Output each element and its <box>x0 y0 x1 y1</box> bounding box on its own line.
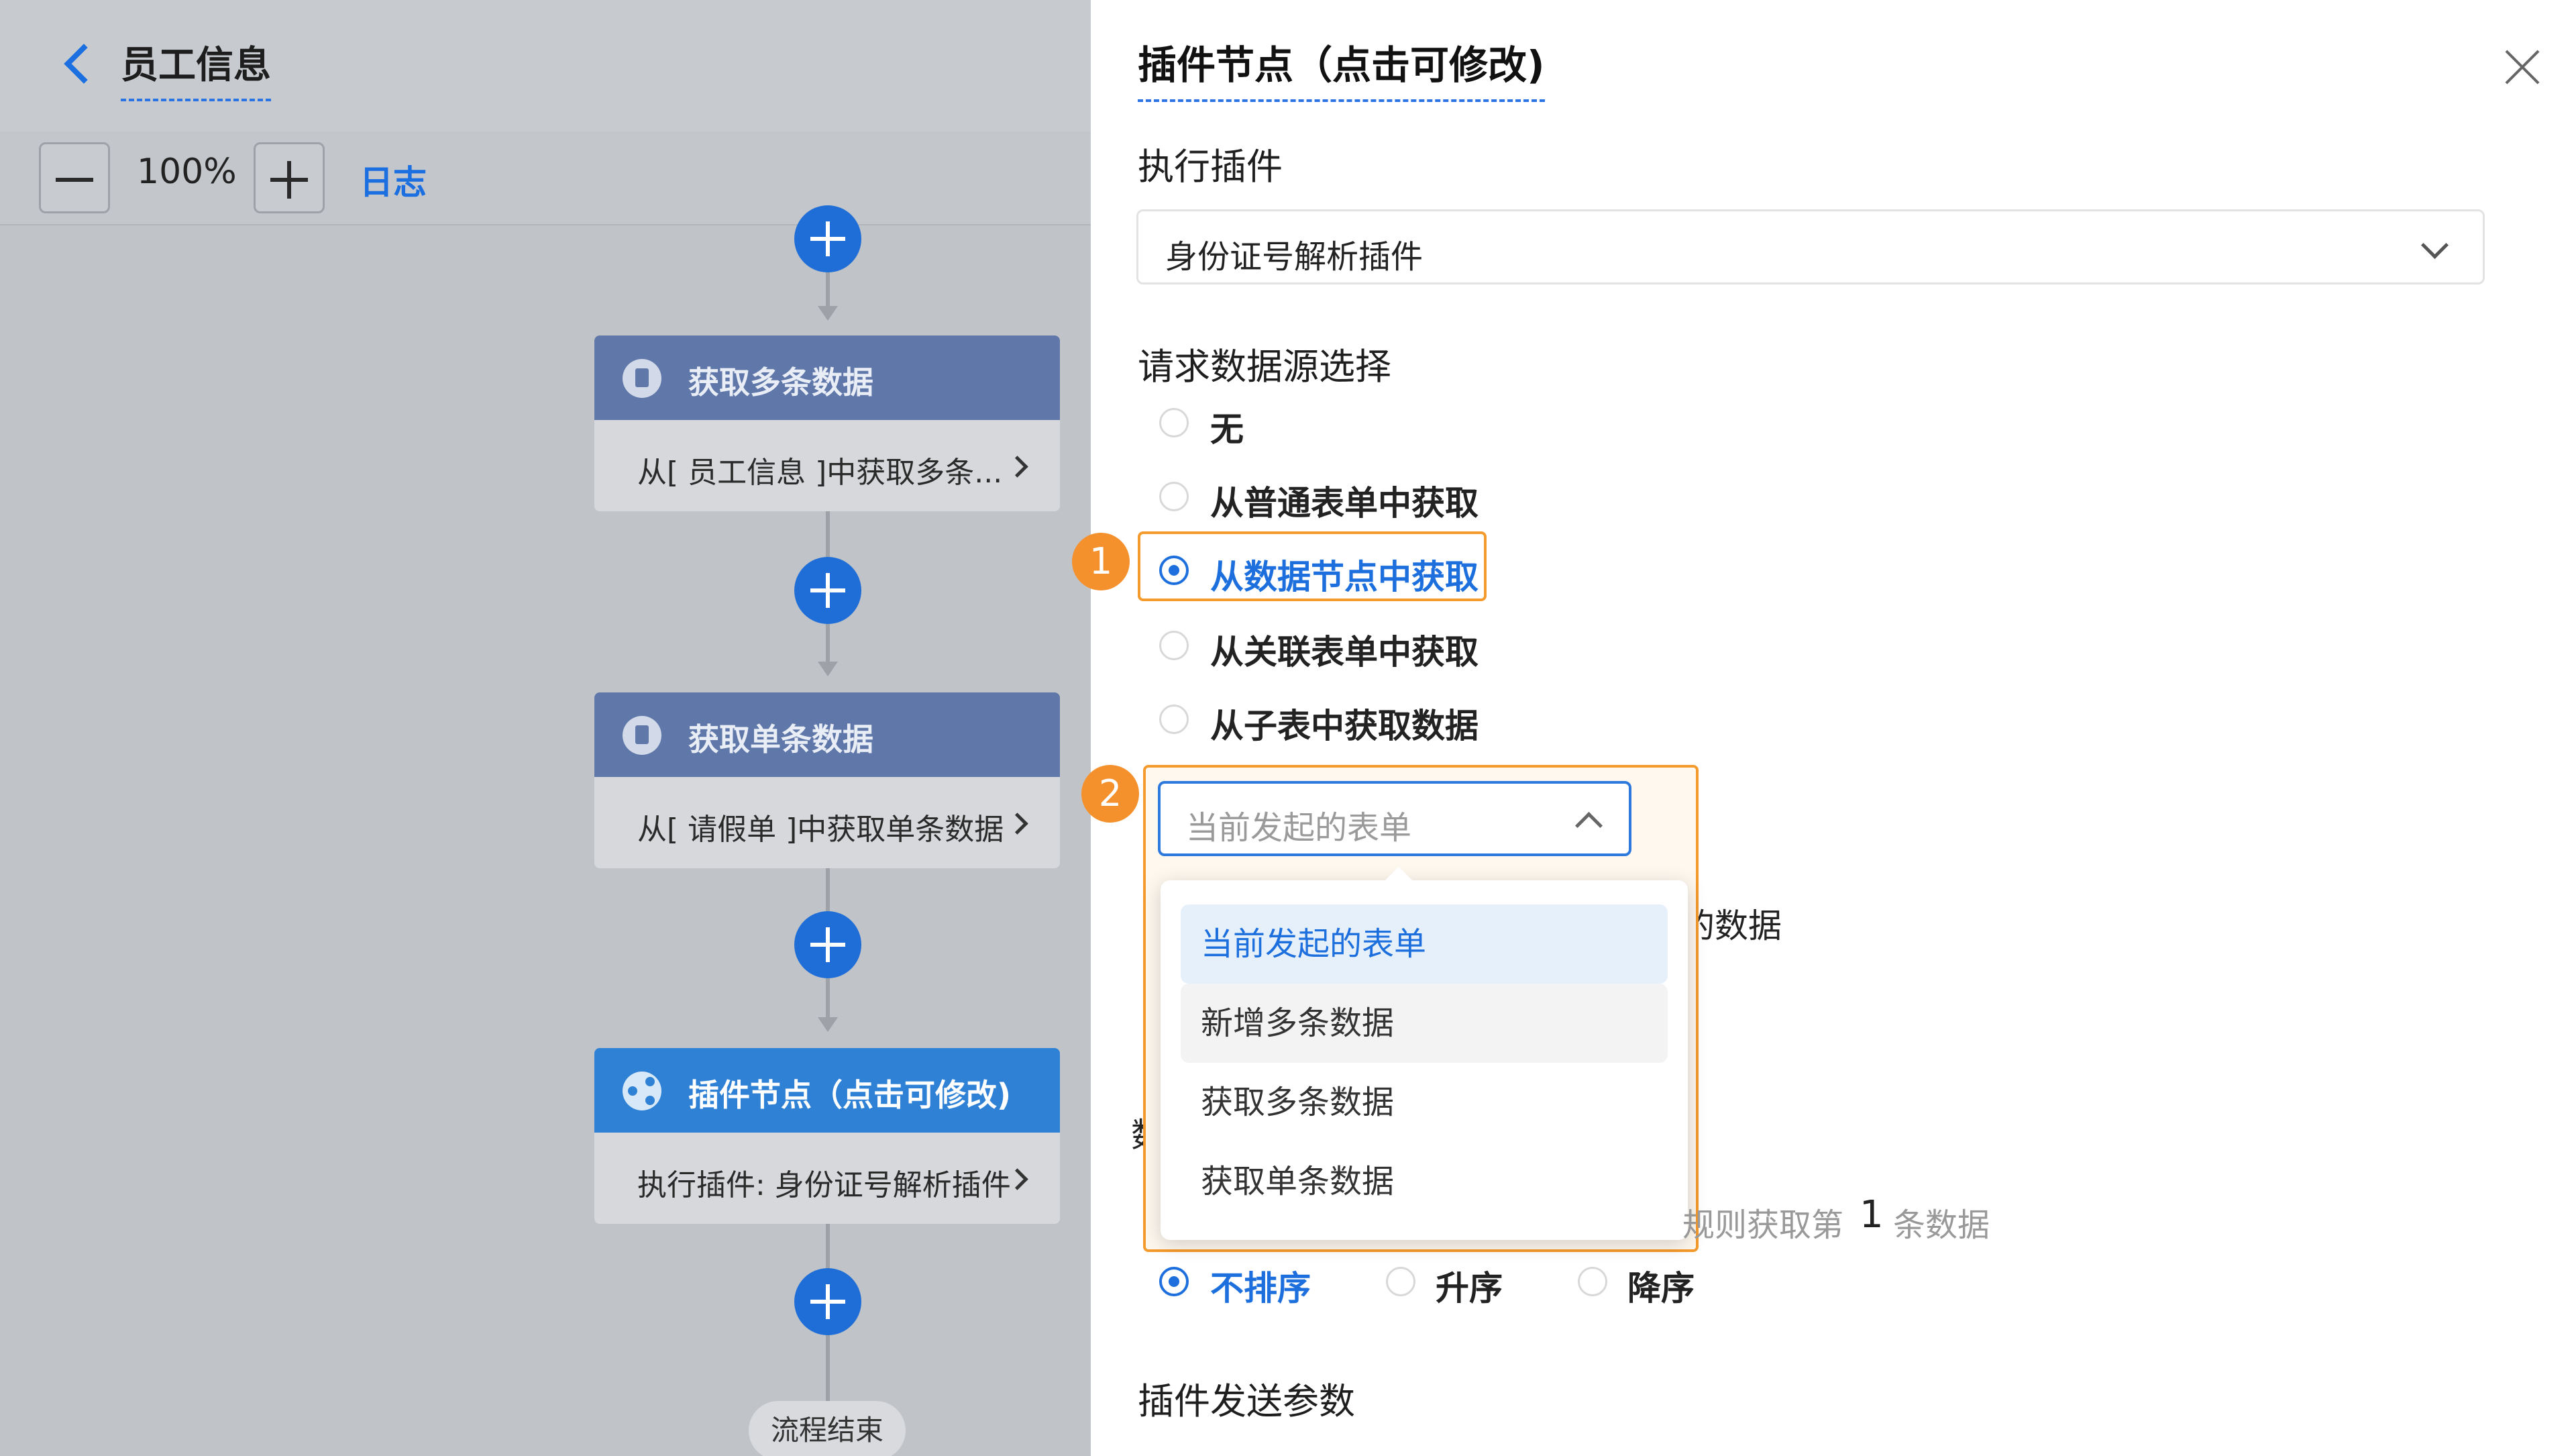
step-badge-1: 1 <box>1072 533 1130 590</box>
flow-node-get-multiple[interactable]: 获取多条数据 从[ 员工信息 ]中获取多条... <box>594 335 1060 511</box>
dropdown-option[interactable]: 获取单条数据 <box>1181 1142 1668 1221</box>
chevron-left-icon[interactable] <box>64 44 104 84</box>
connector <box>826 511 830 557</box>
close-icon[interactable] <box>2502 47 2542 87</box>
rule-text: 规则获取第 <box>1682 1206 1844 1244</box>
radio-label: 从子表中获取数据 <box>1210 707 1479 745</box>
node-title: 获取单条数据 <box>688 721 873 758</box>
zoom-out-button[interactable] <box>39 142 110 213</box>
add-node-button[interactable] <box>794 911 861 978</box>
radio-data-node[interactable] <box>1159 556 1189 585</box>
radio-subtable[interactable] <box>1159 705 1189 734</box>
radio-none[interactable] <box>1159 408 1189 437</box>
dropdown-option[interactable]: 新增多条数据 <box>1181 984 1668 1063</box>
radio-label: 降序 <box>1627 1269 1695 1308</box>
radio-asc[interactable] <box>1386 1267 1415 1296</box>
connector <box>826 868 830 911</box>
node-desc: 从[ 请假单 ]中获取单条数据 <box>637 813 1004 847</box>
node-desc: 执行插件: 身份证号解析插件 <box>637 1168 1011 1202</box>
radio-label: 从数据节点中获取 <box>1210 558 1479 596</box>
source-label: 请求数据源选择 <box>1138 346 1391 388</box>
plugin-select-value: 身份证号解析插件 <box>1165 238 1424 276</box>
arrow-icon <box>818 662 838 676</box>
chevron-right-icon <box>1006 813 1028 835</box>
connector <box>826 624 830 662</box>
zoom-level: 100% <box>137 152 237 192</box>
node-title: 插件节点（点击可修改) <box>688 1077 1012 1113</box>
zoom-in-button[interactable] <box>254 142 325 213</box>
flow-end: 流程结束 <box>749 1401 906 1456</box>
radio-normal-form[interactable] <box>1159 482 1189 511</box>
radio-label: 从关联表单中获取 <box>1210 633 1479 672</box>
flow-node-plugin[interactable]: 插件节点（点击可修改) 执行插件: 身份证号解析插件 <box>594 1048 1060 1224</box>
add-node-button[interactable] <box>794 205 861 272</box>
top-bar: 员工信息 <box>0 0 1091 132</box>
params-label: 插件发送参数 <box>1138 1380 1355 1422</box>
plugin-label: 执行插件 <box>1138 146 1283 188</box>
chevron-up-icon <box>1574 811 1603 840</box>
chevron-right-icon <box>1006 456 1028 478</box>
connector <box>826 272 830 306</box>
node-config-panel: 插件节点（点击可修改) 执行插件 身份证号解析插件 请求数据源选择 无 从普通表… <box>1072 0 2576 1456</box>
dropdown-option[interactable]: 获取多条数据 <box>1181 1063 1668 1142</box>
radio-related-form[interactable] <box>1159 631 1189 660</box>
step-badge-2: 2 <box>1081 765 1139 823</box>
rule-number: 1 <box>1860 1193 1884 1237</box>
flow-canvas: 员工信息 100% 日志 获取多条数据 从[ 员工信息 ]中获取多条... 获取… <box>0 0 1091 1456</box>
radio-desc[interactable] <box>1578 1267 1607 1296</box>
panel-title: 插件节点（点击可修改) <box>1138 34 1545 102</box>
rule-text: 条数据 <box>1893 1206 1990 1244</box>
data-node-select-placeholder: 当前发起的表单 <box>1186 809 1412 847</box>
radio-label: 升序 <box>1436 1269 1503 1308</box>
radio-label: 不排序 <box>1210 1269 1311 1308</box>
add-node-button[interactable] <box>794 557 861 624</box>
radio-no-sort[interactable] <box>1159 1267 1189 1296</box>
flow-node-get-single[interactable]: 获取单条数据 从[ 请假单 ]中获取单条数据 <box>594 692 1060 868</box>
connector <box>826 1224 830 1268</box>
data-node-select[interactable]: 当前发起的表单 <box>1158 781 1631 856</box>
zoom-toolbar: 100% 日志 <box>0 132 1091 225</box>
chevron-down-icon <box>2420 231 2449 260</box>
log-link[interactable]: 日志 <box>360 156 427 204</box>
data-node-dropdown: 当前发起的表单 新增多条数据 获取多条数据 获取单条数据 <box>1161 866 1688 1240</box>
add-node-button[interactable] <box>794 1268 861 1335</box>
connector <box>826 978 830 1017</box>
document-icon <box>623 359 661 398</box>
plugin-select[interactable]: 身份证号解析插件 <box>1136 209 2485 284</box>
radio-label: 无 <box>1210 410 1244 449</box>
node-title: 获取多条数据 <box>688 364 873 401</box>
share-icon <box>623 1072 661 1110</box>
connector <box>826 1335 830 1401</box>
page-title: 员工信息 <box>121 35 271 101</box>
radio-label: 从普通表单中获取 <box>1210 484 1479 523</box>
node-desc: 从[ 员工信息 ]中获取多条... <box>637 456 1003 490</box>
arrow-icon <box>818 1017 838 1032</box>
dropdown-option[interactable]: 当前发起的表单 <box>1181 904 1668 984</box>
arrow-icon <box>818 306 838 321</box>
document-icon <box>623 716 661 755</box>
